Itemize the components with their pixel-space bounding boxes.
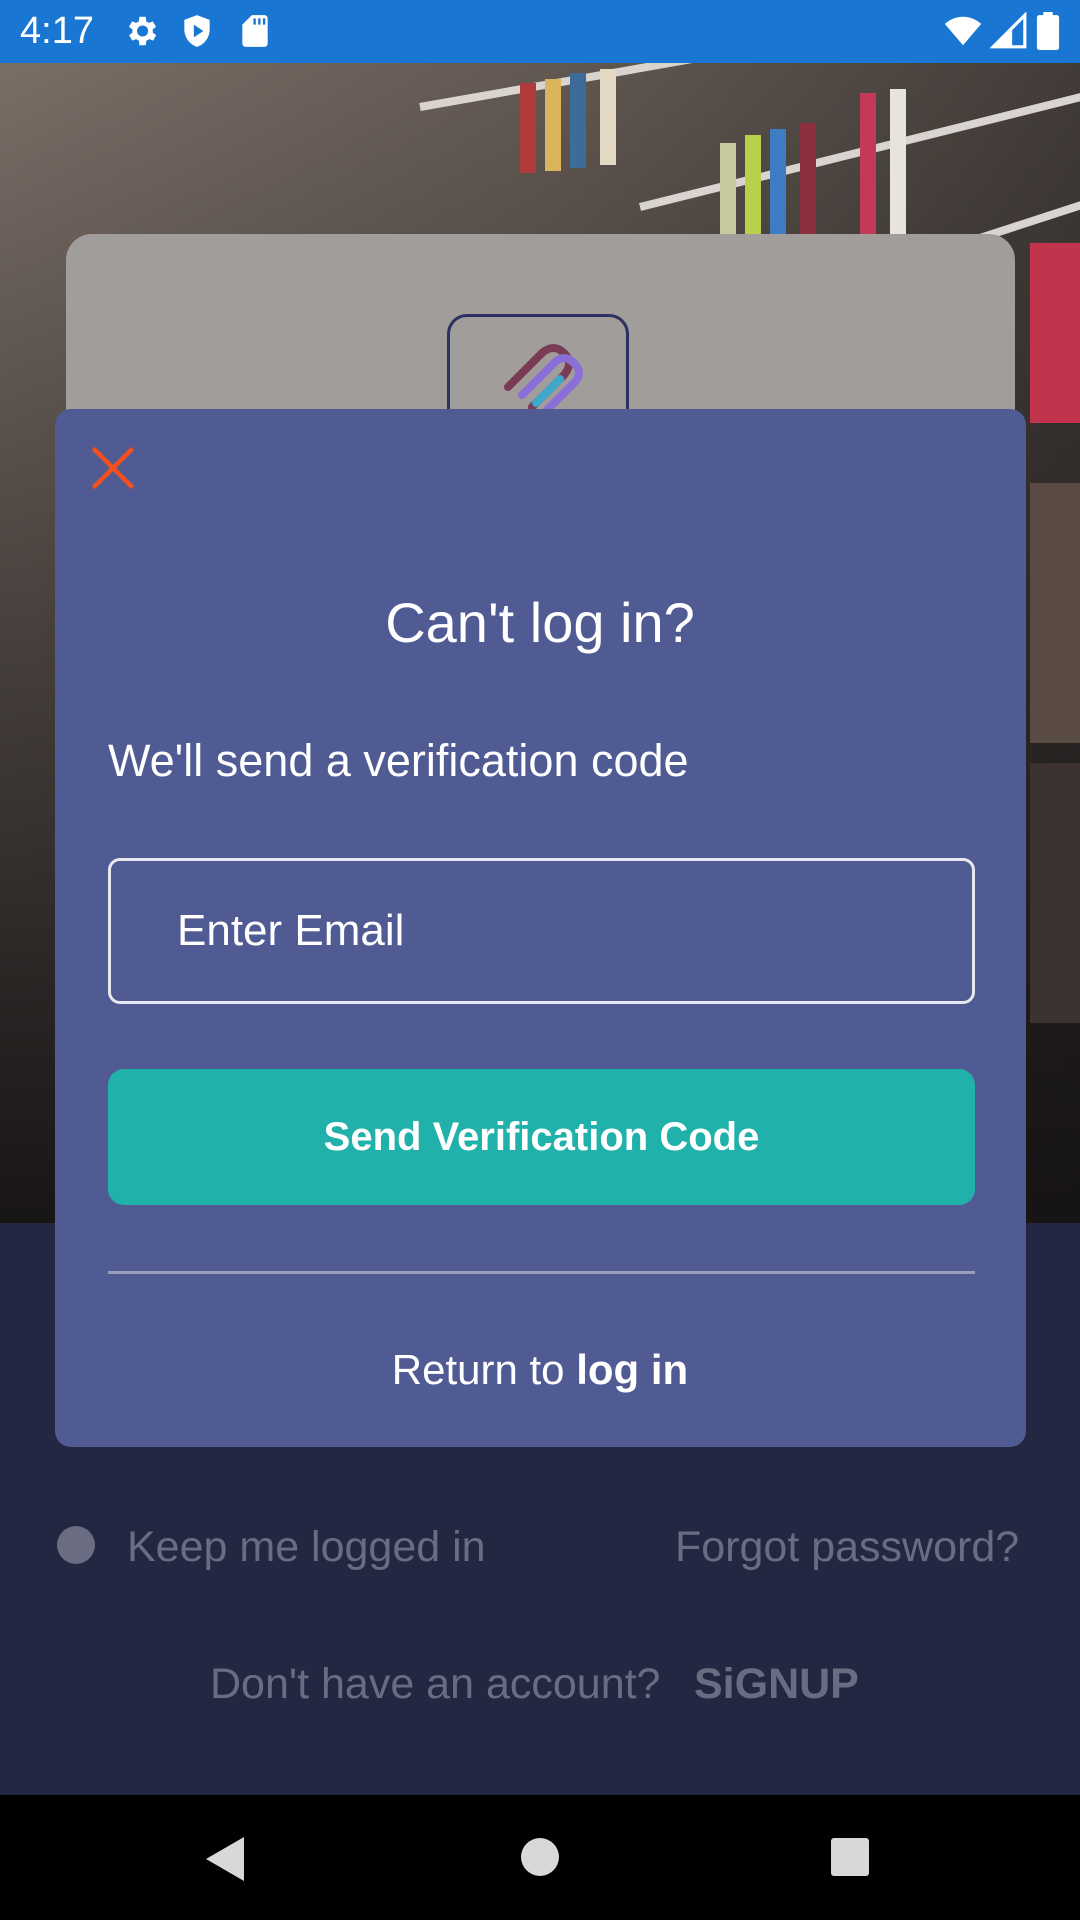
no-account-text: Don't have an account? xyxy=(210,1660,661,1708)
return-to-login[interactable]: Return to log in xyxy=(0,1346,1080,1394)
return-prefix: Return to xyxy=(391,1346,565,1393)
forgot-password-link[interactable]: Forgot password? xyxy=(675,1523,1019,1572)
recents-icon[interactable] xyxy=(790,1795,910,1920)
wifi-icon xyxy=(944,16,982,46)
signal-icon xyxy=(990,12,1027,49)
dialog-subtitle: We'll send a verification code xyxy=(108,735,689,786)
navigation-bar xyxy=(0,1795,1080,1920)
send-verification-code-button[interactable]: Send Verification Code xyxy=(108,1069,975,1205)
keep-logged-in-radio[interactable] xyxy=(57,1526,95,1564)
signup-link[interactable]: SiGNUP xyxy=(694,1660,859,1709)
gear-icon xyxy=(128,16,157,46)
keep-logged-in-label[interactable]: Keep me logged in xyxy=(127,1523,486,1572)
status-time: 4:17 xyxy=(20,10,94,52)
sd-card-icon xyxy=(242,15,268,47)
back-icon[interactable] xyxy=(166,1795,286,1920)
divider xyxy=(108,1271,975,1274)
shield-play-icon xyxy=(184,15,210,47)
email-field[interactable] xyxy=(108,858,975,1004)
battery-icon xyxy=(1036,12,1060,50)
close-icon[interactable] xyxy=(90,445,136,491)
login-link[interactable]: log in xyxy=(576,1346,688,1393)
home-icon[interactable] xyxy=(480,1795,600,1920)
status-bar: 4:17 xyxy=(0,0,1080,63)
dialog-title: Can't log in? xyxy=(385,591,695,654)
